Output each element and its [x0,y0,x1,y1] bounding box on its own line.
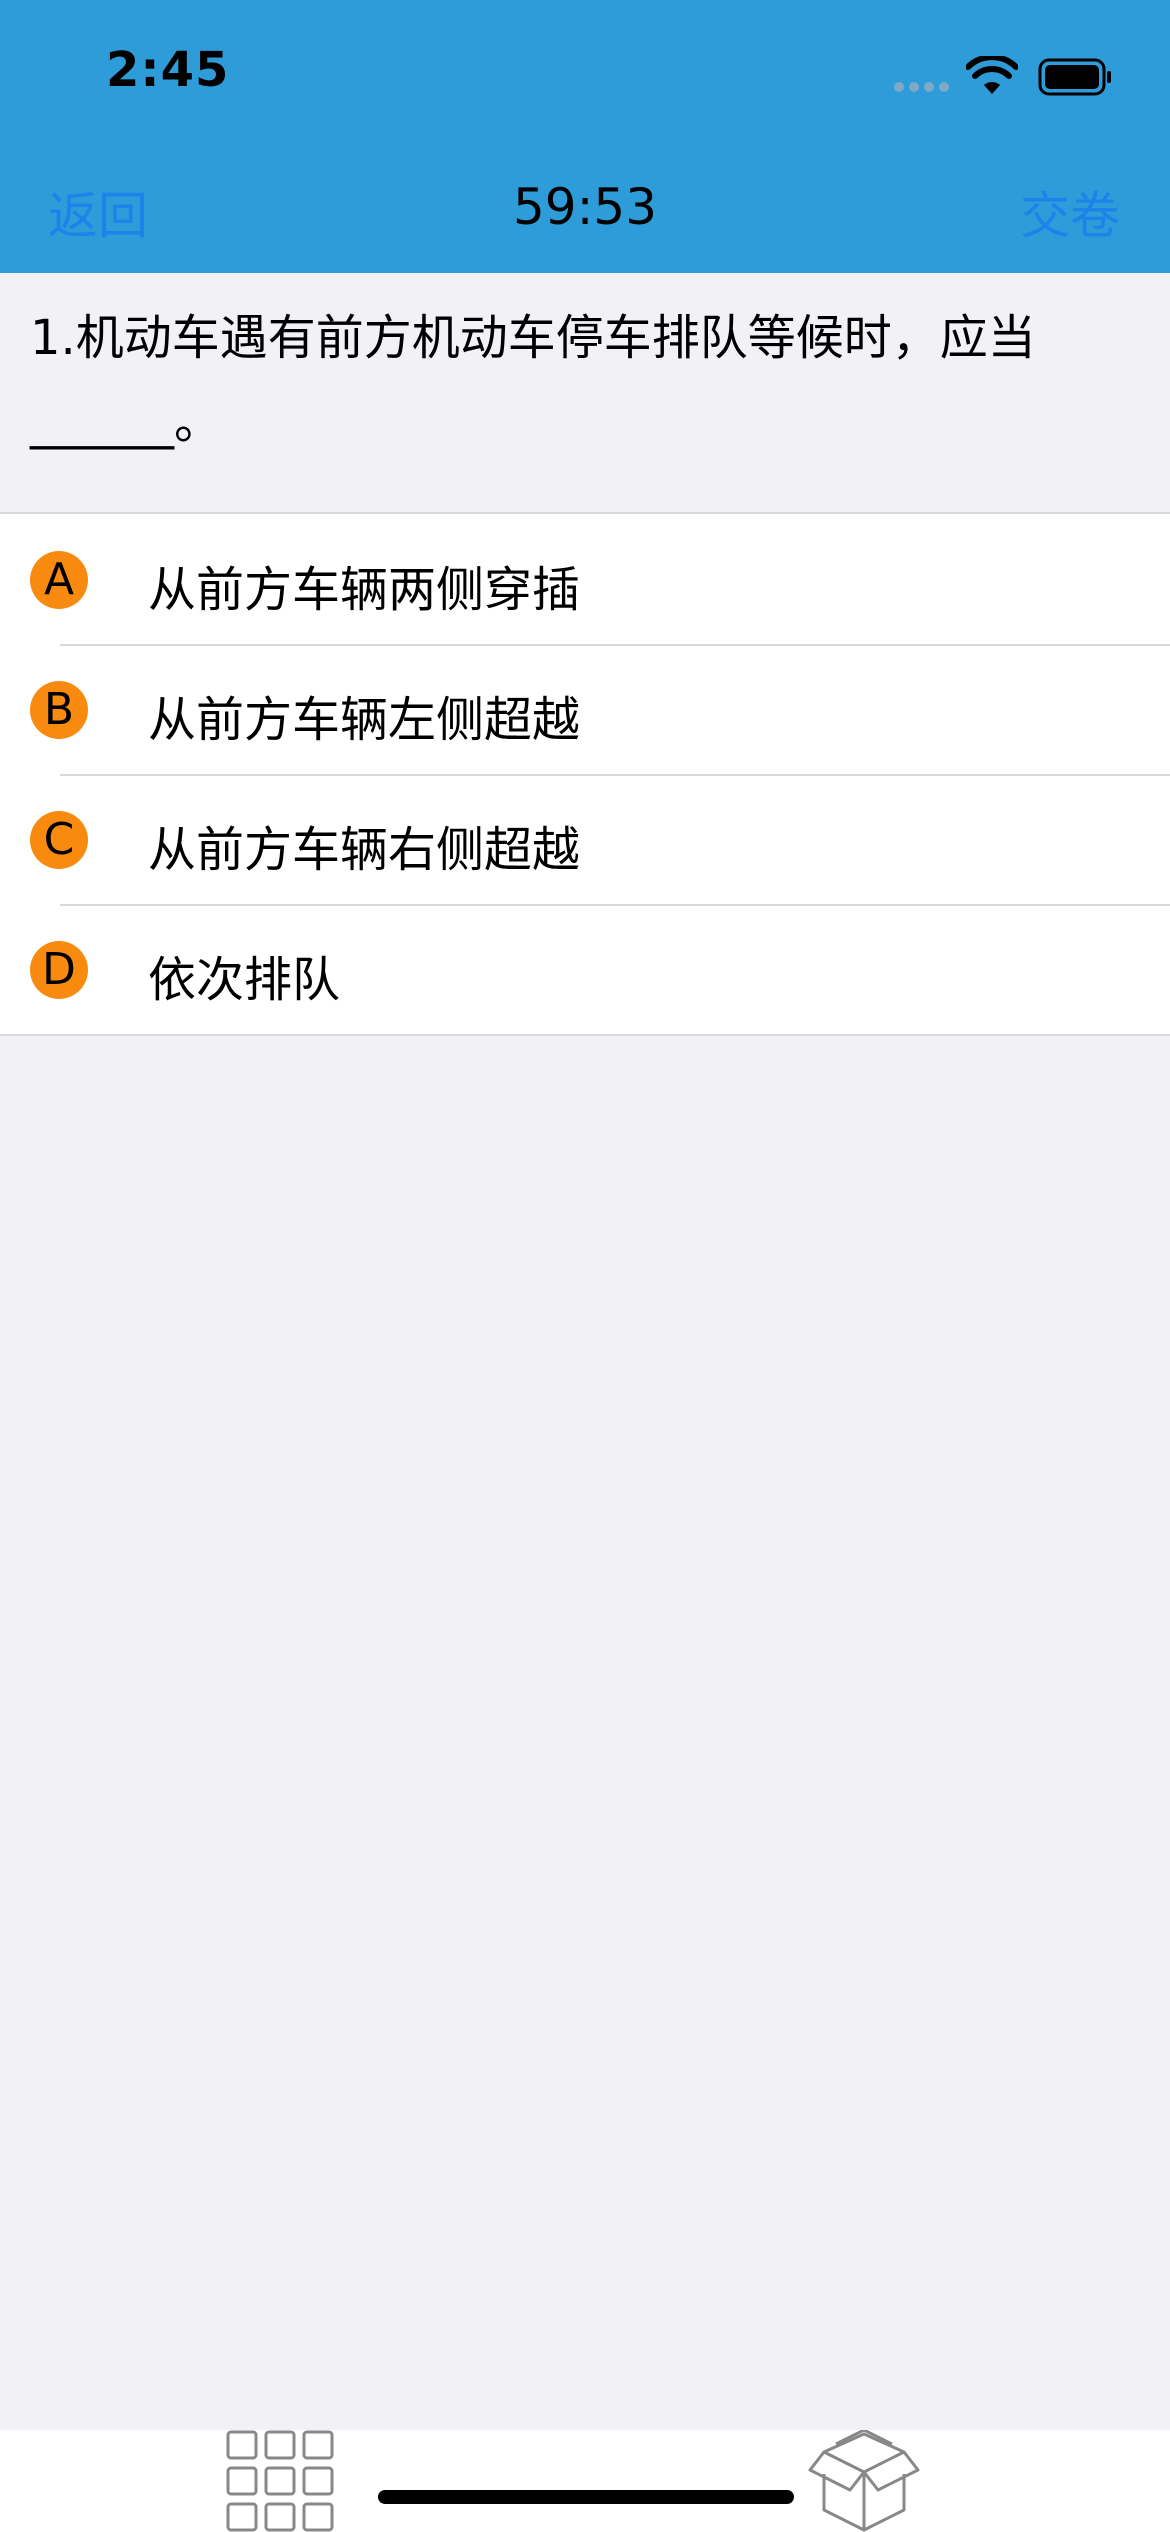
option-text: 依次排队 [148,952,341,1008]
home-indicator[interactable] [378,2490,794,2504]
option-d[interactable]: D 依次排队 [0,904,1170,1034]
option-text: 从前方车辆右侧超越 [148,822,581,878]
option-text: 从前方车辆左侧超越 [148,692,581,748]
option-letter-badge: A [30,551,88,609]
option-b[interactable]: B 从前方车辆左侧超越 [0,644,1170,774]
option-c[interactable]: C 从前方车辆右侧超越 [0,774,1170,904]
box-icon[interactable] [806,2430,922,2532]
option-letter-badge: C [30,811,88,869]
cellular-signal-icon [894,82,950,94]
submit-exam-button[interactable]: 交卷 [1020,176,1120,248]
battery-icon [1038,58,1111,96]
option-letter-badge: B [30,681,88,739]
wifi-icon [966,56,1018,94]
exam-screen: 2:45 返回 59:53 交卷 1.机动车遇有前方机动车停车排队等候时，应当_… [0,0,1170,2532]
options-list: A 从前方车辆两侧穿插 B 从前方车辆左侧超越 C 从前方车辆右侧超越 D 依次… [0,512,1170,1036]
status-time: 2:45 [106,42,230,98]
option-text: 从前方车辆两侧穿插 [148,562,581,618]
bottom-toolbar [0,2430,1170,2532]
grid-icon[interactable] [224,2430,336,2532]
status-icons [894,56,1114,96]
header: 2:45 返回 59:53 交卷 [0,0,1170,273]
question-text: 1.机动车遇有前方机动车停车排队等候时，应当______。 [30,310,1036,450]
option-a[interactable]: A 从前方车辆两侧穿插 [0,514,1170,644]
countdown-timer: 59:53 [512,178,658,236]
option-letter-badge: D [30,941,88,999]
